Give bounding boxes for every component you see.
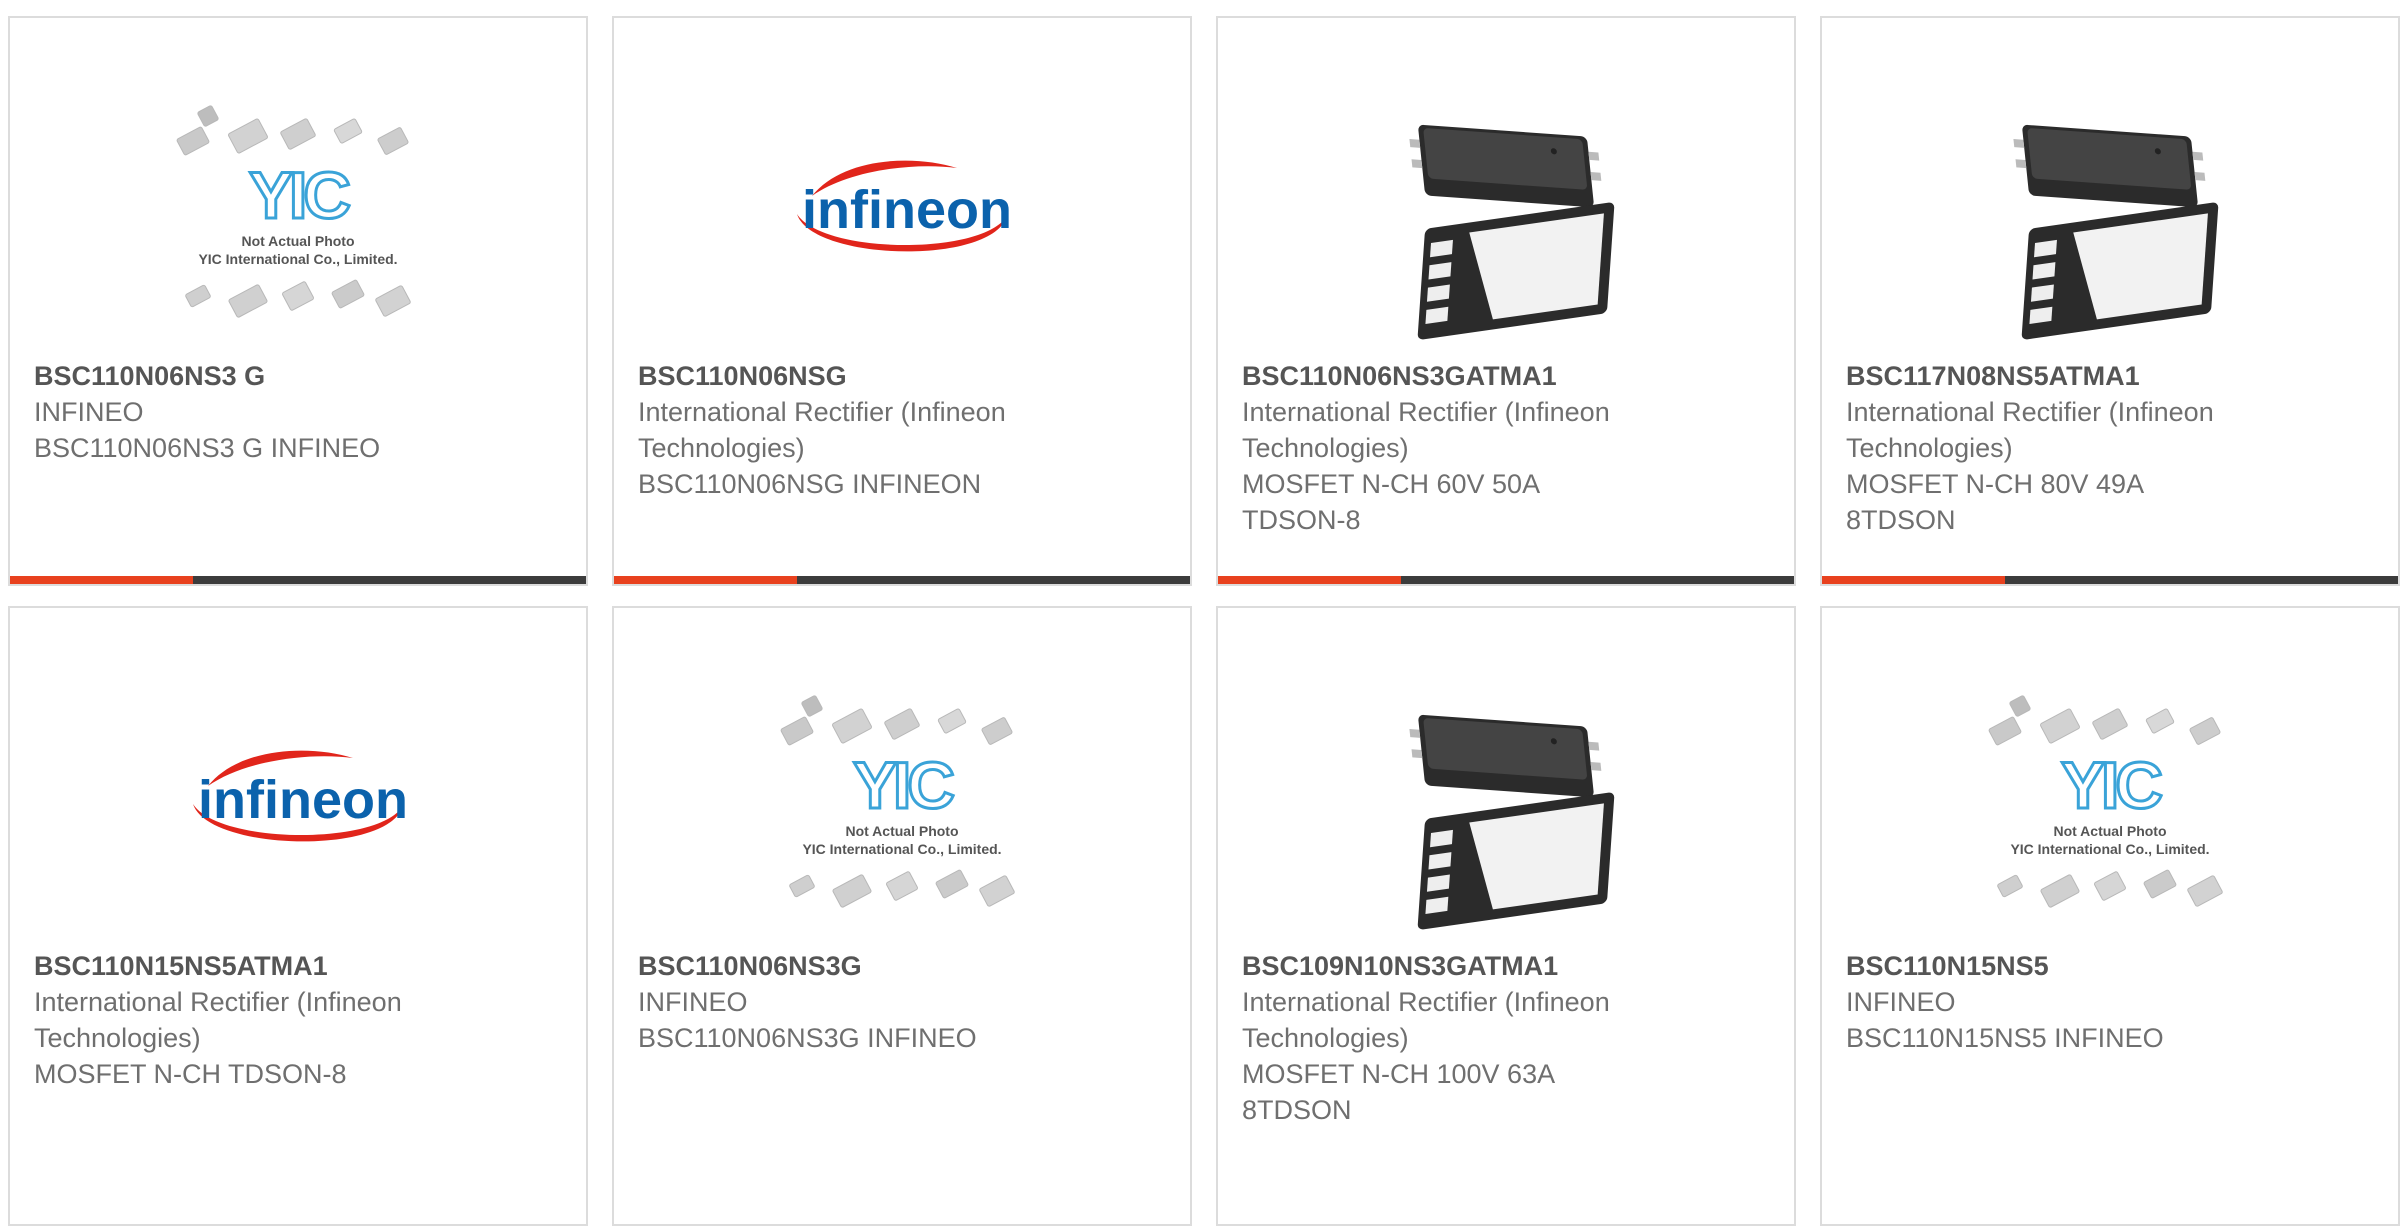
product-manufacturer: INFINEO xyxy=(638,987,748,1017)
card-footer-accent xyxy=(10,576,193,584)
product-part-number[interactable]: BSC110N06NS3G xyxy=(638,948,1166,984)
product-description: MOSFET N-CH TDSON-8 xyxy=(34,1059,347,1089)
product-part-number[interactable]: BSC110N15NS5ATMA1 xyxy=(34,948,562,984)
product-manufacturer-cont: Technologies) xyxy=(34,1023,201,1053)
product-manufacturer-cont: Technologies) xyxy=(1242,433,1409,463)
product-description: MOSFET N-CH 60V 50A xyxy=(1242,469,1541,499)
svg-text:YIC: YIC xyxy=(853,748,953,822)
product-description-cont: 8TDSON xyxy=(1242,1095,1352,1125)
product-manufacturer: INFINEO xyxy=(34,397,144,427)
card-footer-bar xyxy=(1218,576,1794,584)
product-card[interactable]: YIC Not Actual Photo YIC International C… xyxy=(612,606,1192,1226)
product-description: MOSFET N-CH 80V 49A xyxy=(1846,469,2145,499)
product-image[interactable]: YIC Not Actual Photo YIC International C… xyxy=(752,686,1052,936)
product-manufacturer-cont: Technologies) xyxy=(1846,433,2013,463)
product-description: BSC110N06NS3G INFINEO xyxy=(638,1023,977,1053)
svg-text:Not Actual Photo: Not Actual Photo xyxy=(241,233,354,249)
product-description: BSC110N06NS3 G INFINEO xyxy=(34,433,381,463)
svg-text:YIC International Co., Limited: YIC International Co., Limited. xyxy=(2010,841,2209,857)
product-card[interactable]: BSC117N08NS5ATMA1 International Rectifie… xyxy=(1820,16,2400,586)
card-footer-bar xyxy=(10,576,586,584)
product-card[interactable]: infineon BSC110N15NS5ATMA1 International… xyxy=(8,606,588,1226)
svg-text:YIC International Co., Limited: YIC International Co., Limited. xyxy=(198,251,397,267)
svg-text:infineon: infineon xyxy=(198,770,408,830)
product-image[interactable]: infineon xyxy=(752,96,1052,346)
product-image[interactable] xyxy=(1356,686,1656,936)
product-manufacturer: International Rectifier (Infineon xyxy=(1846,397,2214,427)
svg-text:YIC: YIC xyxy=(2061,748,2161,822)
product-card[interactable]: YIC Not Actual Photo YIC International C… xyxy=(8,16,588,586)
product-card[interactable]: BSC109N10NS3GATMA1 International Rectifi… xyxy=(1216,606,1796,1226)
product-manufacturer: International Rectifier (Infineon xyxy=(34,987,402,1017)
svg-text:YIC International Co., Limited: YIC International Co., Limited. xyxy=(802,841,1001,857)
card-footer-accent xyxy=(1218,576,1401,584)
product-card[interactable]: YIC Not Actual Photo YIC International C… xyxy=(1820,606,2400,1226)
product-part-number[interactable]: BSC109N10NS3GATMA1 xyxy=(1242,948,1770,984)
product-card[interactable]: BSC110N06NS3GATMA1 International Rectifi… xyxy=(1216,16,1796,586)
product-image[interactable]: YIC Not Actual Photo YIC International C… xyxy=(1960,686,2260,936)
product-part-number[interactable]: BSC117N08NS5ATMA1 xyxy=(1846,358,2374,394)
svg-text:Not Actual Photo: Not Actual Photo xyxy=(2053,823,2166,839)
product-part-number[interactable]: BSC110N15NS5 xyxy=(1846,948,2374,984)
product-info: BSC110N06NS3 G INFINEO BSC110N06NS3 G IN… xyxy=(34,358,562,466)
product-info: BSC110N06NSG International Rectifier (In… xyxy=(638,358,1166,502)
product-manufacturer-cont: Technologies) xyxy=(638,433,805,463)
card-footer-bar xyxy=(614,576,1190,584)
product-info: BSC109N10NS3GATMA1 International Rectifi… xyxy=(1242,948,1770,1128)
product-part-number[interactable]: BSC110N06NS3 G xyxy=(34,358,562,394)
card-footer-bar xyxy=(1822,576,2398,584)
card-footer-accent xyxy=(1822,576,2005,584)
product-description-cont: TDSON-8 xyxy=(1242,505,1361,535)
product-image[interactable]: YIC Not Actual Photo YIC International C… xyxy=(148,96,448,346)
product-image[interactable] xyxy=(1960,96,2260,346)
product-info: BSC110N15NS5 INFINEO BSC110N15NS5 INFINE… xyxy=(1846,948,2374,1056)
product-manufacturer: International Rectifier (Infineon xyxy=(1242,397,1610,427)
product-part-number[interactable]: BSC110N06NS3GATMA1 xyxy=(1242,358,1770,394)
product-manufacturer-cont: Technologies) xyxy=(1242,1023,1409,1053)
product-info: BSC110N15NS5ATMA1 International Rectifie… xyxy=(34,948,562,1092)
product-grid: YIC Not Actual Photo YIC International C… xyxy=(0,0,2400,1226)
product-manufacturer: International Rectifier (Infineon xyxy=(1242,987,1610,1017)
product-manufacturer: International Rectifier (Infineon xyxy=(638,397,1006,427)
product-description: BSC110N06NSG INFINEON xyxy=(638,469,982,499)
product-image[interactable] xyxy=(1356,96,1656,346)
svg-text:infineon: infineon xyxy=(802,180,1012,240)
product-image[interactable]: infineon xyxy=(148,686,448,936)
product-description: BSC110N15NS5 INFINEO xyxy=(1846,1023,2164,1053)
product-description: MOSFET N-CH 100V 63A xyxy=(1242,1059,1556,1089)
product-info: BSC117N08NS5ATMA1 International Rectifie… xyxy=(1846,358,2374,538)
product-info: BSC110N06NS3G INFINEO BSC110N06NS3G INFI… xyxy=(638,948,1166,1056)
card-footer-accent xyxy=(614,576,797,584)
svg-text:Not Actual Photo: Not Actual Photo xyxy=(845,823,958,839)
svg-text:YIC: YIC xyxy=(249,158,349,232)
product-info: BSC110N06NS3GATMA1 International Rectifi… xyxy=(1242,358,1770,538)
product-part-number[interactable]: BSC110N06NSG xyxy=(638,358,1166,394)
product-card[interactable]: infineon BSC110N06NSG International Rect… xyxy=(612,16,1192,586)
product-manufacturer: INFINEO xyxy=(1846,987,1956,1017)
product-description-cont: 8TDSON xyxy=(1846,505,1956,535)
